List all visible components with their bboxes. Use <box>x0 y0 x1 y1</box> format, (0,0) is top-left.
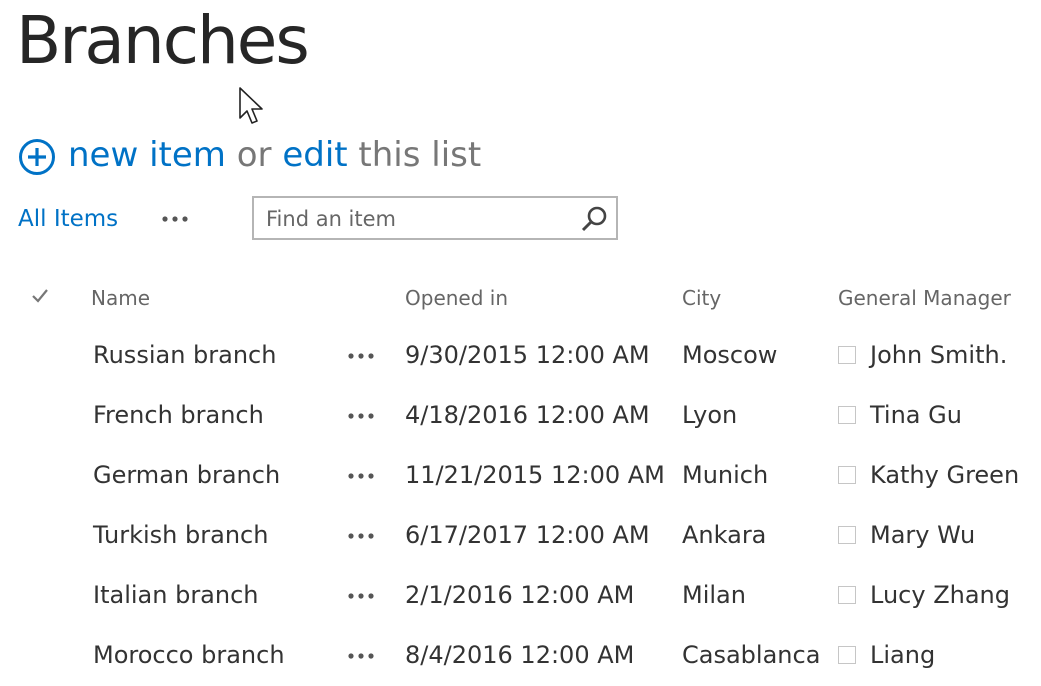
row-city: Ankara <box>682 521 767 549</box>
table-row[interactable]: German branch 11/21/2015 12:00 AM Munich… <box>0 446 1041 506</box>
column-header-city[interactable]: City <box>682 286 721 310</box>
presence-square-icon <box>838 346 856 364</box>
table-row[interactable]: Turkish branch 6/17/2017 12:00 AM Ankara… <box>0 506 1041 566</box>
presence-square-icon <box>838 526 856 544</box>
row-opened-in: 11/21/2015 12:00 AM <box>405 461 665 489</box>
row-name[interactable]: Italian branch <box>93 579 259 611</box>
plus-circle-icon[interactable] <box>18 138 56 176</box>
row-general-manager[interactable]: Liang <box>870 639 935 671</box>
list-table-body: Russian branch 9/30/2015 12:00 AM Moscow… <box>0 326 1041 686</box>
row-city: Milan <box>682 581 746 609</box>
or-text: or <box>236 135 272 175</box>
row-general-manager[interactable]: Tina Gu <box>870 399 962 431</box>
page-title: Branches <box>16 2 310 79</box>
row-opened-in: 2/1/2016 12:00 AM <box>405 581 635 609</box>
row-name[interactable]: Russian branch <box>93 339 276 371</box>
row-more-ellipsis-icon[interactable] <box>346 350 376 362</box>
column-header-opened-in[interactable]: Opened in <box>405 286 508 310</box>
row-name[interactable]: Morocco branch <box>93 639 285 671</box>
view-all-items[interactable]: All Items <box>18 206 118 232</box>
new-item-link[interactable]: new item <box>68 130 226 180</box>
column-header-name[interactable]: Name <box>91 286 150 310</box>
search-box <box>252 196 618 240</box>
column-header-general-manager[interactable]: General Manager <box>838 286 1011 310</box>
select-all-checkmark-icon[interactable] <box>30 286 50 306</box>
row-more-ellipsis-icon[interactable] <box>346 470 376 482</box>
row-more-ellipsis-icon[interactable] <box>346 590 376 602</box>
row-name[interactable]: French branch <box>93 399 264 431</box>
row-city: Lyon <box>682 401 738 429</box>
row-opened-in: 9/30/2015 12:00 AM <box>405 341 650 369</box>
row-city: Casablanca <box>682 641 821 669</box>
view-bar: All Items <box>18 196 638 244</box>
row-city: Munich <box>682 461 769 489</box>
table-row[interactable]: Italian branch 2/1/2016 12:00 AM Milan L… <box>0 566 1041 626</box>
mouse-pointer-icon <box>239 87 263 124</box>
row-opened-in: 6/17/2017 12:00 AM <box>405 521 650 549</box>
presence-square-icon <box>838 406 856 424</box>
row-name[interactable]: Turkish branch <box>93 519 268 551</box>
row-name[interactable]: German branch <box>93 459 280 491</box>
table-row[interactable]: Morocco branch 8/4/2016 12:00 AM Casabla… <box>0 626 1041 686</box>
row-more-ellipsis-icon[interactable] <box>346 410 376 422</box>
view-more-ellipsis-icon[interactable] <box>160 214 190 224</box>
row-city: Moscow <box>682 341 778 369</box>
row-general-manager[interactable]: Lucy Zhang <box>870 579 1010 611</box>
row-general-manager[interactable]: Kathy Green <box>870 459 1019 491</box>
search-input[interactable] <box>264 204 568 234</box>
edit-list-link[interactable]: edit <box>282 130 347 180</box>
row-general-manager[interactable]: Mary Wu <box>870 519 975 551</box>
table-row[interactable]: French branch 4/18/2016 12:00 AM Lyon Ti… <box>0 386 1041 446</box>
row-general-manager[interactable]: John Smith. <box>870 339 1007 371</box>
presence-square-icon <box>838 466 856 484</box>
row-more-ellipsis-icon[interactable] <box>346 530 376 542</box>
search-icon[interactable] <box>580 205 608 233</box>
presence-square-icon <box>838 646 856 664</box>
presence-square-icon <box>838 586 856 604</box>
table-row[interactable]: Russian branch 9/30/2015 12:00 AM Moscow… <box>0 326 1041 386</box>
row-opened-in: 4/18/2016 12:00 AM <box>405 401 650 429</box>
row-more-ellipsis-icon[interactable] <box>346 650 376 662</box>
command-bar: new item or edit this list <box>18 130 481 180</box>
this-list-text: this list <box>358 135 482 175</box>
row-opened-in: 8/4/2016 12:00 AM <box>405 641 635 669</box>
